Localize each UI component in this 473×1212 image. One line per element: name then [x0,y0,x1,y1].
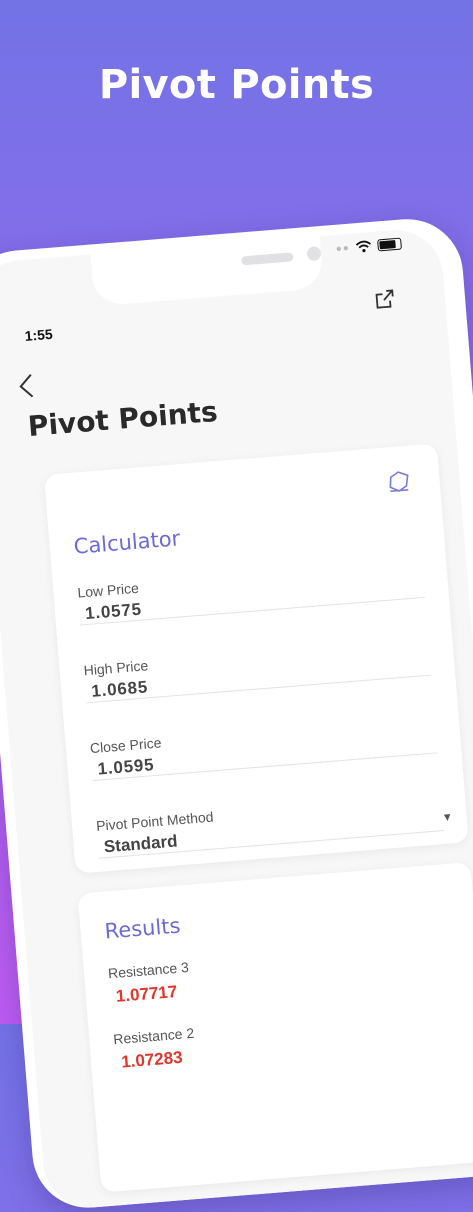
share-icon[interactable] [372,286,398,312]
front-camera [306,246,322,262]
resistance-2-label: Resistance 2 [112,1024,195,1048]
back-chevron-icon[interactable] [16,371,38,401]
close-price-field[interactable]: Close Price 1.0595 [89,712,438,782]
battery-icon [377,237,403,252]
low-price-field[interactable]: Low Price 1.0575 [76,556,425,626]
signal-dots-icon: ●● [335,242,351,255]
screen-title: Pivot Points [26,394,219,444]
status-icons: ●● [335,237,403,255]
resistance-2-value: 1.07283 [120,1047,184,1072]
pivot-method-select[interactable]: Pivot Point Method Standard ▼ [95,790,453,859]
resistance-3-value: 1.07717 [115,981,178,1006]
app-screen: 1:55 ●● Pivot Points Calculator Low Pric… [0,226,473,1212]
results-card: Results Resistance 3 1.07717 Resistance … [77,862,473,1193]
dropdown-caret-icon[interactable]: ▼ [441,811,453,824]
wifi-icon [355,240,372,253]
eraser-icon[interactable] [385,470,413,494]
calculator-card: Calculator Low Price 1.0575 High Price 1… [43,443,469,874]
resistance-3-label: Resistance 3 [107,958,190,982]
status-time: 1:55 [24,325,54,345]
marketing-headline: Pivot Points [98,62,375,108]
results-title: Results [103,913,182,944]
calculator-title: Calculator [72,526,182,559]
high-price-field[interactable]: High Price 1.0685 [83,634,432,704]
phone-mockup: 1:55 ●● Pivot Points Calculator Low Pric… [0,214,473,1212]
speaker-grille [241,252,294,266]
